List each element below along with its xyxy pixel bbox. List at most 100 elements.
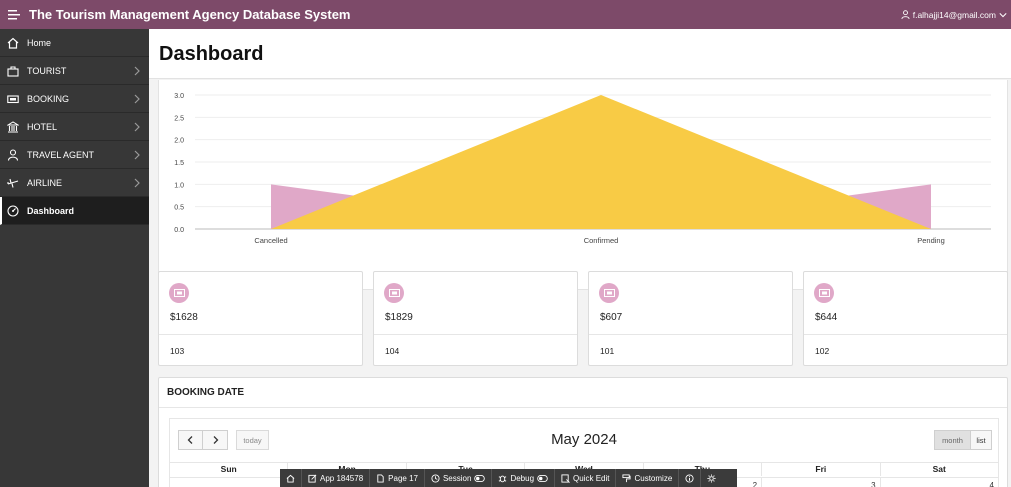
day-number: 4 xyxy=(989,481,994,487)
divider xyxy=(374,334,577,335)
calendar-title: May 2024 xyxy=(551,431,617,448)
stat-card[interactable]: $1628 103 xyxy=(158,271,363,366)
divider xyxy=(159,334,362,335)
nav-item-label: TOURIST xyxy=(27,65,67,76)
user-email: f.alhajji14@gmail.com xyxy=(912,9,996,20)
dev-session-label: Session xyxy=(442,473,472,483)
stat-value: $1628 xyxy=(170,312,198,323)
hamburger-icon xyxy=(8,9,20,19)
stat-id: 103 xyxy=(170,346,185,356)
status-area-chart: 0.0 0.5 1.0 1.5 2.0 2.5 3.0 Cancelled Confirmed P… xyxy=(174,93,991,245)
chevron-right-icon xyxy=(134,122,140,132)
y-tick-label: 2.0 xyxy=(174,138,184,145)
home-icon xyxy=(1,37,25,49)
top-header: The Tourism Management Agency Database S… xyxy=(0,0,1011,29)
divider xyxy=(159,407,1007,408)
nav-item-hotel[interactable]: HOTEL xyxy=(0,113,149,141)
bug-icon xyxy=(499,475,507,482)
y-tick-label: 2.5 xyxy=(174,115,184,122)
y-tick-label: 0.5 xyxy=(174,205,184,212)
app-title[interactable]: The Tourism Management Agency Database S… xyxy=(29,7,350,22)
dev-session-button[interactable]: Session xyxy=(425,469,493,487)
dev-customize-button[interactable]: Customize xyxy=(616,469,680,487)
gear-icon xyxy=(707,473,716,483)
nav-item-travel-agent[interactable]: TRAVEL AGENT xyxy=(0,141,149,169)
stat-id: 104 xyxy=(385,346,400,356)
dev-app-button[interactable]: App 184578 xyxy=(302,469,371,487)
nav-item-label: Home xyxy=(27,37,52,48)
paint-roller-icon xyxy=(622,473,632,482)
calendar-day[interactable]: 4 xyxy=(879,478,998,487)
x-tick-label: Confirmed xyxy=(584,236,619,245)
ticket-icon xyxy=(384,283,404,303)
stat-card[interactable]: $644 102 xyxy=(803,271,1008,366)
nav-item-label: TRAVEL AGENT xyxy=(27,149,95,160)
ticket-icon xyxy=(169,283,189,303)
dev-settings-button[interactable] xyxy=(701,469,722,487)
divider xyxy=(804,334,1007,335)
edit-icon xyxy=(308,474,317,483)
status-chart-region: 0.0 0.5 1.0 1.5 2.0 2.5 3.0 Cancelled Confirmed P… xyxy=(158,80,1008,290)
info-icon xyxy=(685,473,694,483)
nav-item-airline[interactable]: AIRLINE xyxy=(0,169,149,197)
developer-toolbar: App 184578 Page 17 Session Debug Quick E… xyxy=(280,469,737,487)
dev-quick-edit-label: Quick Edit xyxy=(573,473,610,483)
dev-debug-label: Debug xyxy=(510,473,535,483)
dev-quick-edit-button[interactable]: Quick Edit xyxy=(555,469,617,487)
nav-item-label: Dashboard xyxy=(27,205,75,216)
dev-page-button[interactable]: Page 17 xyxy=(370,469,425,487)
dev-app-label: App 184578 xyxy=(320,473,364,483)
region-title: BOOKING DATE xyxy=(167,387,245,398)
nav-item-label: HOTEL xyxy=(27,121,58,132)
nav-item-dashboard[interactable]: Dashboard xyxy=(0,197,149,225)
nav-item-tourist[interactable]: TOURIST xyxy=(0,57,149,85)
x-tick-label: Pending xyxy=(917,236,945,245)
nav-item-booking[interactable]: BOOKING xyxy=(0,85,149,113)
user-icon xyxy=(901,10,910,19)
nav-item-label: BOOKING xyxy=(27,93,70,104)
calendar-day[interactable] xyxy=(170,478,287,487)
main-content: Dashboard 0.0 0.5 1.0 1.5 2.0 2.5 3.0 Cancelled… xyxy=(149,29,1011,487)
y-tick-label: 1.5 xyxy=(174,160,184,167)
home-icon xyxy=(286,474,295,483)
chevron-right-icon xyxy=(134,178,140,188)
stat-id: 102 xyxy=(815,346,830,356)
calendar-day[interactable]: 3 xyxy=(761,478,879,487)
ticket-icon xyxy=(599,283,619,303)
view-toggle: month list xyxy=(934,430,992,450)
x-tick-label: Cancelled xyxy=(254,236,287,245)
dev-page-label: Page 17 xyxy=(388,473,418,483)
ticket-icon xyxy=(814,283,834,303)
dashboard-icon xyxy=(1,204,25,217)
user-icon xyxy=(1,148,25,161)
y-tick-label: 1.0 xyxy=(174,182,184,189)
nav-item-home[interactable]: Home xyxy=(0,29,149,57)
side-navigation: Home TOURIST BOOKING HOTEL TRAVEL AGENT … xyxy=(0,29,149,487)
dev-info-button[interactable] xyxy=(679,469,702,487)
plane-icon xyxy=(1,177,25,189)
toggle-icon xyxy=(474,474,486,482)
page-title: Dashboard xyxy=(159,43,264,65)
weekday-label: Fri xyxy=(761,463,879,476)
nav-item-label: AIRLINE xyxy=(27,177,63,188)
user-menu[interactable]: f.alhajji14@gmail.com xyxy=(901,0,1007,29)
menu-toggle-button[interactable] xyxy=(0,0,28,29)
chevron-right-icon xyxy=(134,66,140,76)
suitcase-icon xyxy=(1,65,25,77)
session-icon xyxy=(431,473,440,483)
weekday-label: Sun xyxy=(220,464,237,474)
month-view-button[interactable]: month xyxy=(934,430,971,450)
dev-debug-button[interactable]: Debug xyxy=(492,469,556,487)
toggle-icon xyxy=(537,474,548,482)
stat-card[interactable]: $607 101 xyxy=(588,271,793,366)
chevron-right-icon xyxy=(134,94,140,104)
ticket-icon xyxy=(1,93,25,105)
chevron-right-icon xyxy=(134,150,140,160)
list-view-button[interactable]: list xyxy=(971,430,992,450)
stat-id: 101 xyxy=(600,346,615,356)
stat-card[interactable]: $1829 104 xyxy=(373,271,578,366)
page-edit-icon xyxy=(377,473,384,483)
dev-home-button[interactable] xyxy=(280,469,302,487)
y-tick-label: 0.0 xyxy=(174,227,184,234)
weekday-label: Sat xyxy=(879,463,998,476)
